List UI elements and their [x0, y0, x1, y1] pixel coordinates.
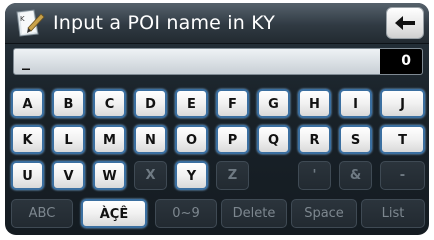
key-hyphen: -: [380, 161, 425, 190]
delete-button: Delete: [221, 199, 287, 228]
key-n[interactable]: N: [134, 125, 167, 154]
numeric-mode-button: 0~9: [155, 199, 217, 228]
key-v[interactable]: V: [52, 161, 85, 190]
key-f[interactable]: F: [216, 89, 249, 118]
key-g[interactable]: G: [257, 89, 290, 118]
keyboard-window: K Input a POI name in KY _ 0 A B C D E F…: [5, 3, 429, 235]
key-t[interactable]: T: [380, 125, 425, 154]
key-z: Z: [216, 161, 249, 190]
key-k[interactable]: K: [11, 125, 44, 154]
key-b[interactable]: B: [52, 89, 85, 118]
key-p[interactable]: P: [216, 125, 249, 154]
key-a[interactable]: A: [11, 89, 44, 118]
key-apostrophe: ': [298, 161, 331, 190]
key-i[interactable]: I: [339, 89, 372, 118]
key-w[interactable]: W: [93, 161, 126, 190]
key-h[interactable]: H: [298, 89, 331, 118]
key-l[interactable]: L: [52, 125, 85, 154]
key-c[interactable]: C: [93, 89, 126, 118]
keyboard: A B C D E F G H I J K L M N O P Q R S T …: [5, 3, 429, 235]
key-e[interactable]: E: [175, 89, 208, 118]
accented-mode-button[interactable]: ÀÇÊ: [81, 199, 147, 228]
key-q[interactable]: Q: [257, 125, 290, 154]
key-s[interactable]: S: [339, 125, 372, 154]
list-button: List: [361, 199, 425, 228]
key-x: X: [134, 161, 167, 190]
key-r[interactable]: R: [298, 125, 331, 154]
abc-mode-button: ABC: [11, 199, 73, 228]
key-d[interactable]: D: [134, 89, 167, 118]
key-o[interactable]: O: [175, 125, 208, 154]
key-j[interactable]: J: [380, 89, 425, 118]
key-m[interactable]: M: [93, 125, 126, 154]
key-u[interactable]: U: [11, 161, 44, 190]
key-y[interactable]: Y: [175, 161, 208, 190]
key-ampersand: &: [339, 161, 372, 190]
space-button: Space: [291, 199, 357, 228]
